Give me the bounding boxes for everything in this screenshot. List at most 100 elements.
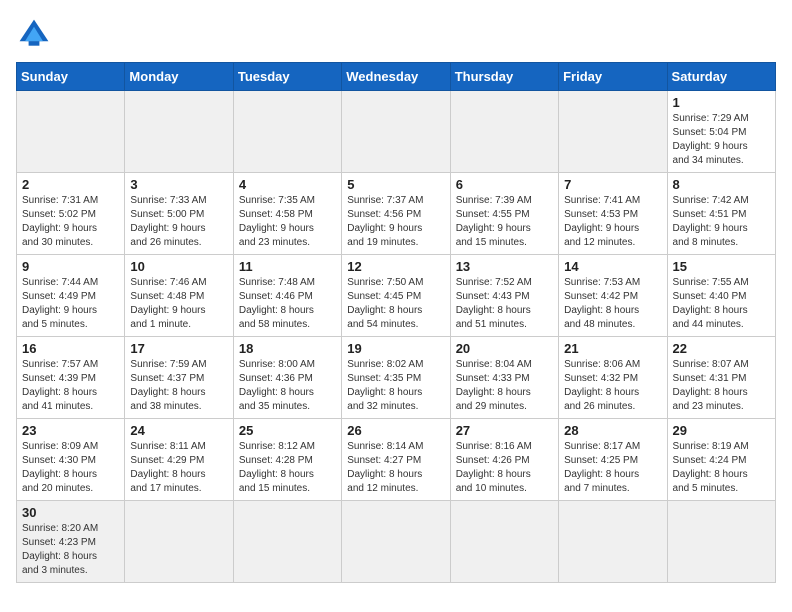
calendar-day-cell: 16 Sunrise: 7:57 AM Sunset: 4:39 PM Dayli…: [17, 337, 125, 419]
calendar-week-row: 23Sunrise: 8:09 AM Sunset: 4:30 PM Dayli…: [17, 419, 776, 501]
calendar-day-cell: 8 Sunrise: 7:42 AM Sunset: 4:51 PM Daylig…: [667, 173, 775, 255]
calendar-week-row: 30Sunrise: 8:20 AM Sunset: 4:23 PM Dayli…: [17, 501, 776, 583]
day-number: 12: [347, 259, 444, 274]
calendar-day-cell: 10 Sunrise: 7:46 AM Sunset: 4:48 PM Dayli…: [125, 255, 233, 337]
day-info: Sunrise: 7:42 AM Sunset: 4:51 PM Dayligh…: [673, 194, 770, 250]
calendar-day-cell: 23Sunrise: 8:09 AM Sunset: 4:30 PM Dayli…: [17, 419, 125, 501]
day-number: 6: [456, 177, 553, 192]
calendar-day-cell: [17, 91, 125, 173]
day-info: Sunrise: 7:59 AM Sunset: 4:37 PM Dayligh…: [130, 358, 227, 414]
day-info: Sunrise: 7:52 AM Sunset: 4:43 PM Dayligh…: [456, 276, 553, 332]
calendar-day-cell: [450, 91, 558, 173]
day-number: 10: [130, 259, 227, 274]
day-info: Sunrise: 8:07 AM Sunset: 4:31 PM Dayligh…: [673, 358, 770, 414]
day-number: 3: [130, 177, 227, 192]
day-number: 4: [239, 177, 336, 192]
day-number: 5: [347, 177, 444, 192]
day-number: 29: [673, 423, 770, 438]
calendar-day-cell: [450, 501, 558, 583]
day-number: 9: [22, 259, 119, 274]
day-number: 21: [564, 341, 661, 356]
calendar-day-cell: 3 Sunrise: 7:33 AM Sunset: 5:00 PM Daylig…: [125, 173, 233, 255]
day-info: Sunrise: 7:46 AM Sunset: 4:48 PM Dayligh…: [130, 276, 227, 332]
calendar-day-cell: [667, 501, 775, 583]
weekday-header-friday: Friday: [559, 63, 667, 91]
day-number: 1: [673, 95, 770, 110]
day-info: Sunrise: 7:33 AM Sunset: 5:00 PM Dayligh…: [130, 194, 227, 250]
weekday-header-row: SundayMondayTuesdayWednesdayThursdayFrid…: [17, 63, 776, 91]
day-info: Sunrise: 7:50 AM Sunset: 4:45 PM Dayligh…: [347, 276, 444, 332]
calendar-day-cell: 14 Sunrise: 7:53 AM Sunset: 4:42 PM Dayli…: [559, 255, 667, 337]
day-number: 16: [22, 341, 119, 356]
day-number: 13: [456, 259, 553, 274]
calendar-day-cell: [233, 91, 341, 173]
calendar-day-cell: 7Sunrise: 7:41 AM Sunset: 4:53 PM Daylig…: [559, 173, 667, 255]
calendar-day-cell: 24Sunrise: 8:11 AM Sunset: 4:29 PM Dayli…: [125, 419, 233, 501]
day-info: Sunrise: 8:04 AM Sunset: 4:33 PM Dayligh…: [456, 358, 553, 414]
day-number: 24: [130, 423, 227, 438]
calendar-day-cell: 28Sunrise: 8:17 AM Sunset: 4:25 PM Dayli…: [559, 419, 667, 501]
day-number: 25: [239, 423, 336, 438]
day-info: Sunrise: 7:31 AM Sunset: 5:02 PM Dayligh…: [22, 194, 119, 250]
day-number: 26: [347, 423, 444, 438]
day-number: 27: [456, 423, 553, 438]
calendar-day-cell: 4 Sunrise: 7:35 AM Sunset: 4:58 PM Daylig…: [233, 173, 341, 255]
day-number: 11: [239, 259, 336, 274]
day-info: Sunrise: 7:57 AM Sunset: 4:39 PM Dayligh…: [22, 358, 119, 414]
day-info: Sunrise: 8:16 AM Sunset: 4:26 PM Dayligh…: [456, 440, 553, 496]
day-info: Sunrise: 8:19 AM Sunset: 4:24 PM Dayligh…: [673, 440, 770, 496]
day-info: Sunrise: 7:37 AM Sunset: 4:56 PM Dayligh…: [347, 194, 444, 250]
day-number: 22: [673, 341, 770, 356]
calendar-day-cell: 15Sunrise: 7:55 AM Sunset: 4:40 PM Dayli…: [667, 255, 775, 337]
calendar-day-cell: 29 Sunrise: 8:19 AM Sunset: 4:24 PM Dayli…: [667, 419, 775, 501]
day-info: Sunrise: 8:02 AM Sunset: 4:35 PM Dayligh…: [347, 358, 444, 414]
day-number: 2: [22, 177, 119, 192]
day-number: 7: [564, 177, 661, 192]
day-number: 23: [22, 423, 119, 438]
calendar-week-row: 16 Sunrise: 7:57 AM Sunset: 4:39 PM Dayli…: [17, 337, 776, 419]
calendar-day-cell: 6Sunrise: 7:39 AM Sunset: 4:55 PM Daylig…: [450, 173, 558, 255]
day-info: Sunrise: 7:53 AM Sunset: 4:42 PM Dayligh…: [564, 276, 661, 332]
day-info: Sunrise: 7:29 AM Sunset: 5:04 PM Dayligh…: [673, 112, 770, 168]
day-info: Sunrise: 8:00 AM Sunset: 4:36 PM Dayligh…: [239, 358, 336, 414]
calendar-day-cell: 11 Sunrise: 7:48 AM Sunset: 4:46 PM Dayli…: [233, 255, 341, 337]
day-info: Sunrise: 7:35 AM Sunset: 4:58 PM Dayligh…: [239, 194, 336, 250]
day-info: Sunrise: 8:12 AM Sunset: 4:28 PM Dayligh…: [239, 440, 336, 496]
calendar-day-cell: 21Sunrise: 8:06 AM Sunset: 4:32 PM Dayli…: [559, 337, 667, 419]
day-number: 18: [239, 341, 336, 356]
day-number: 14: [564, 259, 661, 274]
generalblue-logo-icon: [16, 16, 52, 52]
calendar-day-cell: 25 Sunrise: 8:12 AM Sunset: 4:28 PM Dayli…: [233, 419, 341, 501]
calendar-week-row: 2 Sunrise: 7:31 AM Sunset: 5:02 PM Daylig…: [17, 173, 776, 255]
calendar-day-cell: [125, 501, 233, 583]
calendar-day-cell: 17 Sunrise: 7:59 AM Sunset: 4:37 PM Dayli…: [125, 337, 233, 419]
calendar-day-cell: [233, 501, 341, 583]
day-number: 19: [347, 341, 444, 356]
calendar-table: SundayMondayTuesdayWednesdayThursdayFrid…: [16, 62, 776, 583]
day-info: Sunrise: 8:14 AM Sunset: 4:27 PM Dayligh…: [347, 440, 444, 496]
calendar-week-row: 1 Sunrise: 7:29 AM Sunset: 5:04 PM Daylig…: [17, 91, 776, 173]
calendar-week-row: 9 Sunrise: 7:44 AM Sunset: 4:49 PM Daylig…: [17, 255, 776, 337]
calendar-day-cell: 22 Sunrise: 8:07 AM Sunset: 4:31 PM Dayli…: [667, 337, 775, 419]
day-info: Sunrise: 7:48 AM Sunset: 4:46 PM Dayligh…: [239, 276, 336, 332]
weekday-header-tuesday: Tuesday: [233, 63, 341, 91]
calendar-day-cell: 5 Sunrise: 7:37 AM Sunset: 4:56 PM Daylig…: [342, 173, 450, 255]
logo: [16, 16, 56, 52]
calendar-day-cell: [342, 91, 450, 173]
calendar-day-cell: 2 Sunrise: 7:31 AM Sunset: 5:02 PM Daylig…: [17, 173, 125, 255]
weekday-header-wednesday: Wednesday: [342, 63, 450, 91]
weekday-header-monday: Monday: [125, 63, 233, 91]
weekday-header-sunday: Sunday: [17, 63, 125, 91]
calendar-day-cell: 18 Sunrise: 8:00 AM Sunset: 4:36 PM Dayli…: [233, 337, 341, 419]
calendar-day-cell: 13 Sunrise: 7:52 AM Sunset: 4:43 PM Dayli…: [450, 255, 558, 337]
day-number: 8: [673, 177, 770, 192]
calendar-day-cell: 27 Sunrise: 8:16 AM Sunset: 4:26 PM Dayli…: [450, 419, 558, 501]
day-number: 17: [130, 341, 227, 356]
day-info: Sunrise: 8:17 AM Sunset: 4:25 PM Dayligh…: [564, 440, 661, 496]
day-number: 15: [673, 259, 770, 274]
calendar-day-cell: 20Sunrise: 8:04 AM Sunset: 4:33 PM Dayli…: [450, 337, 558, 419]
day-info: Sunrise: 7:44 AM Sunset: 4:49 PM Dayligh…: [22, 276, 119, 332]
header: [16, 16, 776, 52]
calendar-day-cell: 19 Sunrise: 8:02 AM Sunset: 4:35 PM Dayli…: [342, 337, 450, 419]
calendar-day-cell: 1 Sunrise: 7:29 AM Sunset: 5:04 PM Daylig…: [667, 91, 775, 173]
